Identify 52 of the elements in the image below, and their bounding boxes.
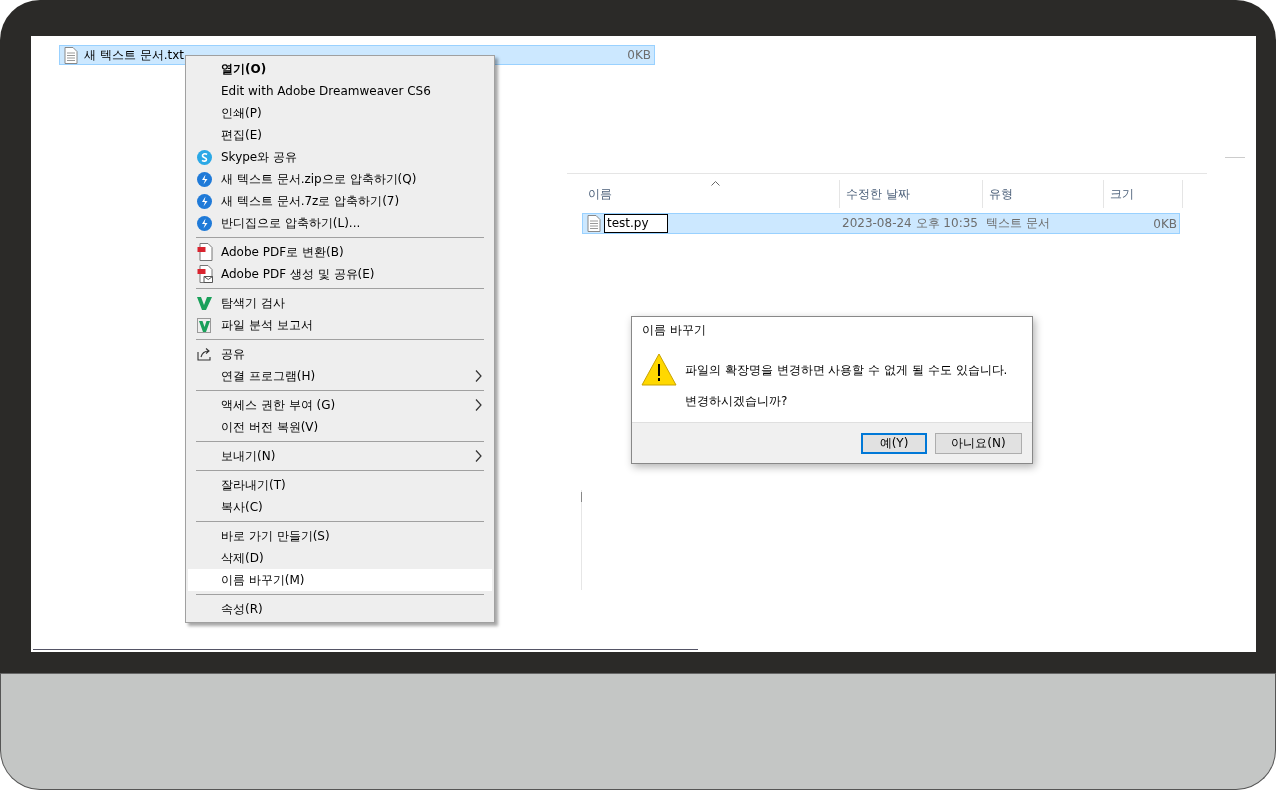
menu-item[interactable]: 복사(C) xyxy=(188,496,492,518)
warning-icon xyxy=(641,353,677,386)
file-name: 새 텍스트 문서.txt xyxy=(84,46,185,64)
menu-item[interactable]: 탐색기 검사 xyxy=(188,292,492,314)
file-date: 2023-08-24 오후 10:35 xyxy=(842,215,979,232)
menu-item[interactable]: 보내기(N) xyxy=(188,445,492,467)
document-icon xyxy=(64,46,78,64)
menu-item[interactable]: 인쇄(P) xyxy=(188,102,492,124)
menu-item[interactable]: 연결 프로그램(H) xyxy=(188,365,492,387)
menu-item[interactable]: 새 텍스트 문서.zip으로 압축하기(Q) xyxy=(188,168,492,190)
menu-item[interactable]: 반디집으로 압축하기(L)... xyxy=(188,212,492,234)
menu-item[interactable]: 열기(O) xyxy=(188,58,492,80)
dialog-title: 이름 바꾸기 xyxy=(642,321,706,339)
menu-item[interactable]: 바로 가기 만들기(S) xyxy=(188,525,492,547)
dialog-question: 변경하시겠습니까? xyxy=(685,393,789,410)
file-type: 텍스트 문서 xyxy=(986,215,1051,232)
menu-item[interactable]: 이전 버전 복원(V) xyxy=(188,416,492,438)
document-mail-icon xyxy=(196,265,213,283)
lightning-icon xyxy=(197,215,212,231)
report-check-icon xyxy=(197,317,212,333)
lightning-icon xyxy=(197,171,212,187)
menu-item[interactable]: Edit with Adobe Dreamweaver CS6 xyxy=(188,80,492,102)
menu-item[interactable]: 새 텍스트 문서.7z로 압축하기(7) xyxy=(188,190,492,212)
sort-caret-icon xyxy=(710,181,720,186)
menu-item[interactable]: 이름 바꾸기(M) xyxy=(188,569,492,591)
menu-item[interactable]: Adobe PDF로 변환(B) xyxy=(188,241,492,263)
menu-item[interactable]: 액세스 권한 부여 (G) xyxy=(188,394,492,416)
file-row[interactable]: test.py 2023-08-24 오후 10:35 텍스트 문서 0KB xyxy=(582,213,1180,234)
document-icon xyxy=(196,243,213,261)
menu-item[interactable]: 편집(E) xyxy=(188,124,492,146)
column-header[interactable]: 이름 xyxy=(582,180,840,208)
share-icon xyxy=(197,347,212,361)
menu-item[interactable]: 파일 분석 보고서 xyxy=(188,314,492,336)
document-icon xyxy=(587,215,601,232)
dialog-button[interactable]: 아니요(N) xyxy=(935,432,1022,454)
menu-item[interactable]: 속성(R) xyxy=(188,598,492,620)
column-header[interactable]: 수정한 날짜 xyxy=(840,180,983,208)
file-size: 0KB xyxy=(1152,216,1178,231)
menu-item[interactable]: Adobe PDF 생성 및 공유(E) xyxy=(188,263,492,285)
menu-item[interactable]: Skype와 공유 xyxy=(188,146,492,168)
menu-item[interactable]: 공유 xyxy=(188,343,492,365)
column-header[interactable]: 유형 xyxy=(983,180,1104,208)
lightning-icon xyxy=(197,193,212,209)
rename-field[interactable]: test.py xyxy=(604,214,668,233)
check-mark-icon xyxy=(197,295,212,311)
dialog-message: 파일의 확장명을 변경하면 사용할 수 없게 될 수도 있습니다. xyxy=(685,362,1008,379)
menu-item[interactable]: 잘라내기(T) xyxy=(188,474,492,496)
column-header[interactable]: 크기 xyxy=(1104,180,1183,208)
file-size: 0KB xyxy=(626,48,652,62)
menu-item[interactable]: 삭제(D) xyxy=(188,547,492,569)
round-logo-icon xyxy=(197,149,212,165)
dialog-button[interactable]: 예(Y) xyxy=(861,432,927,454)
